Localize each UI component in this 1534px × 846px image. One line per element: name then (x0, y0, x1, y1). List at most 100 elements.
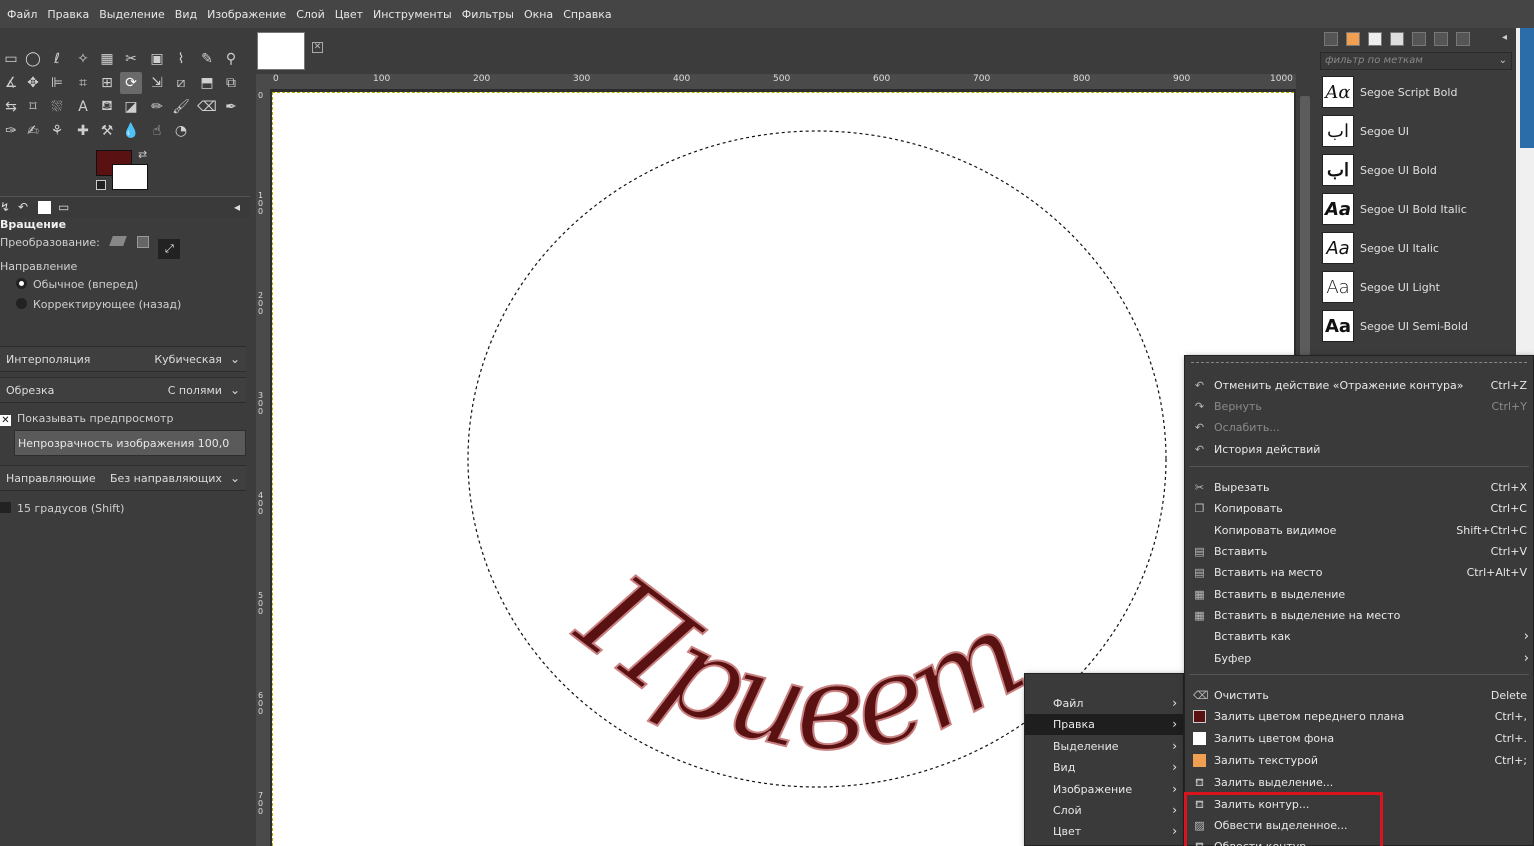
transform-path-icon[interactable]: ⤢ (158, 239, 181, 259)
undo-history-item[interactable]: ↶ История действий (1185, 439, 1533, 460)
patterns-tab-icon[interactable] (1346, 32, 1360, 46)
unified-transform-icon[interactable]: ⊞ (96, 72, 118, 94)
ctx-menu-edit[interactable]: Правка › (1025, 714, 1183, 735)
guides-combo[interactable]: Направляющие Без направляющих ⌄ (0, 465, 246, 491)
images-tab-icon[interactable] (38, 201, 51, 214)
paste-as-item[interactable]: Вставить как › (1185, 626, 1533, 647)
ink-icon[interactable]: ✑ (0, 120, 22, 142)
paste-into-item[interactable]: ▦ Вставить в выделение (1185, 584, 1533, 605)
color-select-icon[interactable]: ▦ (96, 48, 118, 70)
menu-select[interactable]: Выделение (94, 8, 170, 21)
undo-item[interactable]: ↶ Отменить действие «Отражение контура» Ct… (1185, 375, 1533, 396)
ruler-corner[interactable] (256, 74, 270, 90)
blur-icon[interactable]: 💧 (120, 120, 142, 142)
shear-icon[interactable]: ⧄ (170, 72, 192, 94)
clone-icon[interactable]: ⚘ (46, 120, 68, 142)
font-item[interactable]: Aa Segoe UI Light (1322, 269, 1502, 305)
transform-layer-icon[interactable] (109, 236, 128, 246)
direction-forward-radio[interactable]: Обычное (вперед) (16, 278, 138, 291)
menu-edit[interactable]: Правка (42, 8, 94, 21)
ctx-menu-layer[interactable]: Слой › (1025, 800, 1183, 821)
dock-menu-icon[interactable]: ◂ (234, 200, 250, 216)
redo-item[interactable]: ↷ Вернуть Ctrl+Y (1185, 396, 1533, 417)
paste-item[interactable]: ▤ Вставить Ctrl+V (1185, 541, 1533, 562)
eraser-icon[interactable]: ⌫ (196, 96, 218, 118)
close-icon[interactable]: ✕ (312, 42, 323, 53)
tool-options-tab-icon[interactable]: ↯ (0, 200, 16, 216)
font-item[interactable]: Aa Segoe UI Bold Italic (1322, 191, 1502, 227)
airbrush-icon[interactable]: ✒ (220, 96, 242, 118)
paste-into-in-place-item[interactable]: ▦ Вставить в выделение на место (1185, 605, 1533, 626)
menu-filters[interactable]: Фильтры (457, 8, 519, 21)
3d-transform-icon[interactable]: ⧉ (220, 72, 242, 94)
horizontal-ruler[interactable]: 0 100 200 300 400 500 600 700 800 900 10… (270, 74, 1296, 90)
background-color-swatch[interactable] (112, 164, 148, 190)
heal-icon[interactable]: ✚ (72, 120, 94, 142)
image-thumbnail[interactable] (257, 32, 305, 70)
color-picker-icon[interactable]: ✎ (196, 48, 218, 70)
vertical-ruler[interactable]: 0 100 200 300 400 500 600 700 (256, 90, 270, 846)
bucket-fill-icon[interactable]: ⛾ (96, 96, 118, 118)
pencil-icon[interactable]: ✏ (146, 96, 168, 118)
font-item[interactable]: اب Segoe UI (1322, 113, 1502, 149)
perspective-icon[interactable]: ⬒ (196, 72, 218, 94)
clear-item[interactable]: ⌫ Очистить Delete (1185, 685, 1533, 706)
fuzzy-select-icon[interactable]: ✧ (72, 48, 94, 70)
show-preview-checkbox[interactable]: ✕ Показывать предпросмотр (0, 412, 173, 426)
transform-selection-icon[interactable] (136, 236, 149, 248)
ctx-menu-view[interactable]: Вид › (1025, 757, 1183, 778)
warp-icon[interactable]: ⛆ (46, 96, 68, 118)
text-tool-icon[interactable]: A (72, 96, 94, 118)
tear-off-line[interactable] (1191, 362, 1527, 363)
font-item[interactable]: Aa Segoe UI Italic (1322, 230, 1502, 266)
tool-presets-tab-icon[interactable] (1412, 32, 1426, 46)
dock-menu-icon[interactable]: ◂ (1502, 32, 1516, 46)
snap-15-degrees-checkbox[interactable]: 15 градусов (Shift) (0, 502, 124, 515)
flip-icon[interactable]: ⇆ (0, 96, 22, 118)
mypaint-brush-icon[interactable]: ✍ (22, 120, 44, 142)
paths-icon[interactable]: ⌇ (170, 48, 192, 70)
swap-colors-icon[interactable]: ⇄ (138, 148, 147, 161)
rect-select-icon[interactable]: ▭ (0, 48, 22, 70)
menu-image[interactable]: Изображение (202, 8, 291, 21)
lasso-icon[interactable]: ℓ (46, 48, 68, 70)
menu-tools[interactable]: Инструменты (368, 8, 457, 21)
font-item[interactable]: اب Segoe UI Bold (1322, 152, 1502, 188)
menu-help[interactable]: Справка (558, 8, 616, 21)
font-item[interactable]: Aa Segoe UI Semi-Bold (1322, 308, 1502, 344)
ellipse-select-icon[interactable]: ◯ (22, 48, 44, 70)
document-history-tab-icon[interactable] (1390, 32, 1404, 46)
scale-icon[interactable]: ⇲ (146, 72, 168, 94)
fill-selection-item[interactable]: ⛾ Залить выделение... (1185, 772, 1533, 793)
direction-back-radio[interactable]: Корректирующее (назад) (16, 298, 181, 311)
clipping-combo[interactable]: Обрезка С полями ⌄ (0, 377, 246, 403)
buffer-item[interactable]: Буфер › (1185, 648, 1533, 669)
menu-view[interactable]: Вид (170, 8, 202, 21)
ctx-menu-select[interactable]: Выделение › (1025, 736, 1183, 757)
menu-colors[interactable]: Цвет (330, 8, 368, 21)
paintbrush-icon[interactable]: 🖌 (170, 96, 192, 118)
scissors-icon[interactable]: ✂ (120, 48, 142, 70)
perspective-clone-icon[interactable]: ⚒ (96, 120, 118, 142)
menu-windows[interactable]: Окна (519, 8, 558, 21)
copy-visible-item[interactable]: Копировать видимое Shift+Ctrl+C (1185, 520, 1533, 541)
menu-file[interactable]: Файл (2, 8, 42, 21)
interpolation-combo[interactable]: Интерполяция Кубическая ⌄ (0, 346, 246, 372)
font-item[interactable]: Aα Segoe Script Bold (1322, 74, 1502, 110)
fade-item[interactable]: ↶ Ослабить... (1185, 417, 1533, 438)
foreground-select-icon[interactable]: ▣ (146, 48, 168, 70)
brushes-tab-icon[interactable] (1324, 32, 1338, 46)
menu-layer[interactable]: Слой (291, 8, 330, 21)
smudge-icon[interactable]: ☝ (146, 120, 168, 142)
align-icon[interactable]: ⊫ (46, 72, 68, 94)
crop-icon[interactable]: ⌗ (72, 72, 94, 94)
paste-in-place-item[interactable]: ▤ Вставить на место Ctrl+Alt+V (1185, 562, 1533, 583)
gradient-icon[interactable]: ◪ (120, 96, 142, 118)
dodge-burn-icon[interactable]: ◔ (170, 120, 192, 142)
copy-item[interactable]: ❐ Копировать Ctrl+C (1185, 498, 1533, 519)
default-colors-icon[interactable] (96, 180, 106, 190)
tag-filter-input[interactable]: фильтр по меткам ⌄ (1320, 52, 1512, 70)
ctx-menu-file[interactable]: Файл › (1025, 693, 1183, 714)
fonts-tab-icon[interactable] (1368, 32, 1382, 46)
ctx-menu-colors[interactable]: Цвет › (1025, 821, 1183, 842)
